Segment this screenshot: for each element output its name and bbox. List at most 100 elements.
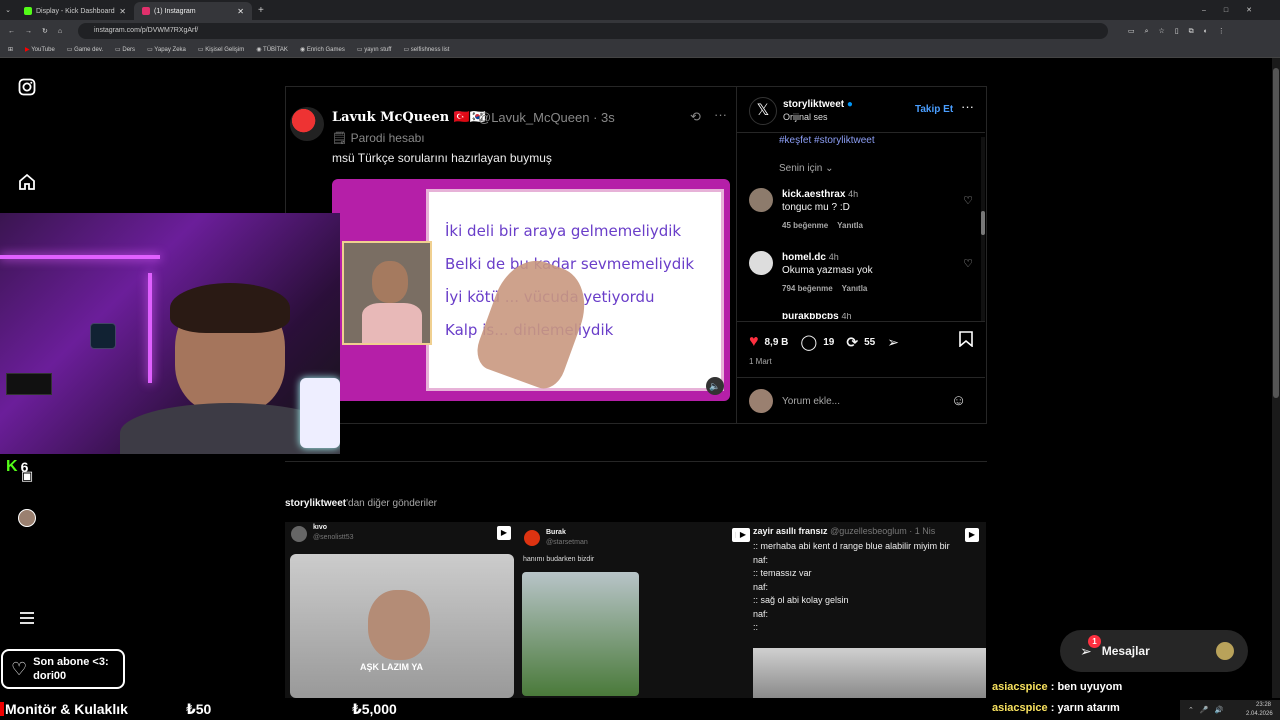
bookmark-item[interactable]: ◉ TÜBİTAK bbox=[256, 46, 288, 53]
hashtags[interactable]: #keşfet #storyliktweet bbox=[779, 135, 875, 146]
tweet-handle: @Lavuk_McQueen · 3s bbox=[478, 110, 615, 125]
sub-label: Son abone <3: bbox=[33, 656, 109, 668]
x-logo-avatar[interactable]: 𝕏 bbox=[749, 97, 777, 125]
comment-time: 4h bbox=[848, 189, 859, 199]
post-sidebar: 𝕏 storyliktweet ● Orijinal ses Takip Et … bbox=[736, 87, 986, 423]
clock[interactable]: 23:28 bbox=[1256, 702, 1271, 708]
card-image bbox=[522, 572, 639, 696]
comment: burakbbcbs 4h bbox=[749, 313, 979, 321]
more-post-card[interactable]: kıvo @senolistt53 ▶ AŞK LAZIM YA bbox=[285, 522, 518, 698]
more-icon: ··· bbox=[714, 107, 727, 122]
options-icon[interactable]: ··· bbox=[961, 99, 974, 114]
tab-kick-dashboard[interactable]: Display - Kick Dashboard ✕ bbox=[16, 2, 134, 20]
video-icon: ▶ bbox=[497, 526, 511, 540]
tweet-avatar bbox=[290, 107, 324, 141]
comment-user[interactable]: homel.dc bbox=[782, 252, 826, 263]
reply-button[interactable]: Yanıtla bbox=[837, 221, 863, 230]
bookmark-item[interactable]: ▭ yayın stuff bbox=[357, 46, 392, 53]
post-modal: Lavuk McQueen 🇹🇷🇰🇷 @Lavuk_McQueen · 3s ⟲… bbox=[285, 86, 987, 424]
window-controls[interactable]: –□✕ bbox=[1202, 6, 1270, 14]
tab-instagram[interactable]: (1) Instagram ✕ bbox=[134, 2, 252, 20]
sort-dropdown[interactable]: Senin için ⌄ bbox=[779, 163, 834, 174]
ticker-price: ₺5,000 bbox=[352, 701, 397, 717]
card-handle: @senolistt53 bbox=[313, 534, 354, 541]
action-bar: ♥ 8,9 B ◯ 19 ⟳ 55 ➢ bbox=[749, 333, 899, 351]
post-media[interactable]: Lavuk McQueen 🇹🇷🇰🇷 @Lavuk_McQueen · 3s ⟲… bbox=[286, 87, 736, 423]
audio-label[interactable]: Orijinal ses bbox=[783, 112, 828, 122]
repost-icon[interactable]: ⟳ bbox=[846, 334, 858, 351]
more-post-card[interactable]: zayir asıllı fransız @guzellesbeoglum · … bbox=[751, 522, 986, 698]
close-icon[interactable]: ✕ bbox=[237, 7, 244, 16]
comment-input[interactable]: Yorum ekle... bbox=[782, 396, 840, 407]
heart-outline-icon[interactable]: ♡ bbox=[963, 194, 973, 207]
messages-button[interactable]: ➢ 1 Mesajlar bbox=[1060, 630, 1248, 672]
tab-list-icon[interactable]: ⌄ bbox=[0, 6, 16, 14]
comment-avatar[interactable] bbox=[749, 251, 773, 275]
comments-scrollbar[interactable] bbox=[981, 137, 985, 321]
profile-avatar[interactable] bbox=[17, 508, 37, 528]
card-user: Burak bbox=[546, 529, 566, 536]
viewer-count: 6 bbox=[20, 459, 29, 475]
comment-likes[interactable]: 794 beğenme bbox=[782, 284, 833, 293]
more-posts-title: storyliktweet'dan diğer gönderiler bbox=[285, 498, 437, 509]
bookmark-item[interactable]: ▭ Yapay Zeka bbox=[147, 46, 186, 53]
messages-label: Mesajlar bbox=[1101, 644, 1150, 658]
comment-likes[interactable]: 45 beğenme bbox=[782, 221, 828, 230]
ticker-price: ₺50 bbox=[186, 701, 212, 717]
emoji-icon[interactable]: ☺ bbox=[951, 392, 966, 409]
play-icon[interactable]: ▶ bbox=[736, 528, 750, 542]
whiteboard-line: İki deli bir araya gelmemeliydik bbox=[445, 222, 682, 240]
date[interactable]: 2.04.2026 bbox=[1246, 711, 1273, 717]
video-icon: ▶ bbox=[965, 528, 979, 542]
follow-button[interactable]: Takip Et bbox=[915, 104, 953, 115]
instagram-logo-icon[interactable] bbox=[17, 77, 37, 97]
author-name[interactable]: storyliktweet ● bbox=[783, 99, 853, 110]
bookmark-item[interactable]: ▭ Kişisel Gelişim bbox=[198, 46, 244, 53]
bookmark-item[interactable]: ▭ selfishness list bbox=[403, 46, 449, 53]
url-field[interactable]: instagram.com/p/DVWM7RXgArf/ bbox=[78, 23, 1108, 39]
inset-face-image bbox=[342, 241, 432, 345]
card-caption: AŞK LAZIM YA bbox=[360, 662, 424, 672]
tab-bar: ⌄ Display - Kick Dashboard ✕ (1) Instagr… bbox=[0, 0, 1280, 20]
menu-icon[interactable] bbox=[17, 608, 37, 628]
bookmark-item[interactable]: ▭ Ders bbox=[115, 46, 135, 53]
bookmark-icon[interactable] bbox=[959, 331, 973, 352]
tray-icons[interactable]: ⌃🎤🔊 bbox=[1188, 706, 1229, 714]
heart-outline-icon[interactable]: ♡ bbox=[963, 257, 973, 270]
like-count[interactable]: 8,9 B bbox=[765, 337, 789, 348]
card-image: AŞK LAZIM YA bbox=[290, 554, 514, 698]
comment-count: 19 bbox=[823, 336, 835, 348]
heart-icon: ♡ bbox=[11, 658, 28, 679]
reply-button[interactable]: Yanıtla bbox=[842, 284, 868, 293]
comment-avatar[interactable] bbox=[749, 188, 773, 212]
heart-filled-icon[interactable]: ♥ bbox=[749, 333, 759, 351]
new-tab-icon[interactable]: + bbox=[258, 5, 264, 16]
mute-icon[interactable]: 🔈 bbox=[706, 377, 724, 395]
card-user: kıvo bbox=[313, 524, 328, 531]
apps-icon[interactable]: ⊞ bbox=[8, 46, 13, 53]
unread-badge: 1 bbox=[1088, 634, 1101, 648]
comment-icon[interactable]: ◯ bbox=[800, 333, 817, 351]
bookmark-item[interactable]: ▭ Game dev. bbox=[67, 46, 103, 53]
comment-time: 4h bbox=[841, 313, 852, 321]
comment-user[interactable]: burakbbcbs bbox=[782, 313, 839, 321]
comment-user[interactable]: kick.aesthrax bbox=[782, 189, 845, 200]
comment-time: 4h bbox=[828, 252, 839, 262]
card-image bbox=[753, 648, 986, 698]
tab-title: Display - Kick Dashboard bbox=[36, 7, 115, 15]
comment-text: Okuma yazması yok bbox=[782, 265, 873, 276]
home-icon[interactable] bbox=[17, 172, 37, 192]
tweet-video: İki deli bir araya gelmemeliydik Belki d… bbox=[332, 179, 730, 401]
card-caption: hanımı budarken bizdir bbox=[523, 556, 595, 563]
bookmark-item[interactable]: ◉ Enrich Games bbox=[300, 46, 345, 53]
more-post-card[interactable]: Burak @starsetman hanımı budarken bizdir… bbox=[518, 522, 751, 698]
extension-icons[interactable]: ▭⌕☆▯⧉◐⋮ bbox=[1128, 27, 1235, 36]
nav-buttons[interactable]: ←→↻⌂ bbox=[8, 27, 72, 35]
bookmarks-bar: ⊞ ▶ YouTube ▭ Game dev. ▭ Ders ▭ Yapay Z… bbox=[0, 42, 1280, 58]
share-icon[interactable]: ➢ bbox=[887, 334, 899, 351]
webcam-overlay bbox=[0, 213, 340, 454]
divider bbox=[285, 461, 987, 462]
page-scrollbar[interactable] bbox=[1272, 58, 1280, 698]
close-icon[interactable]: ✕ bbox=[119, 7, 126, 16]
bookmark-item[interactable]: ▶ YouTube bbox=[25, 46, 55, 53]
